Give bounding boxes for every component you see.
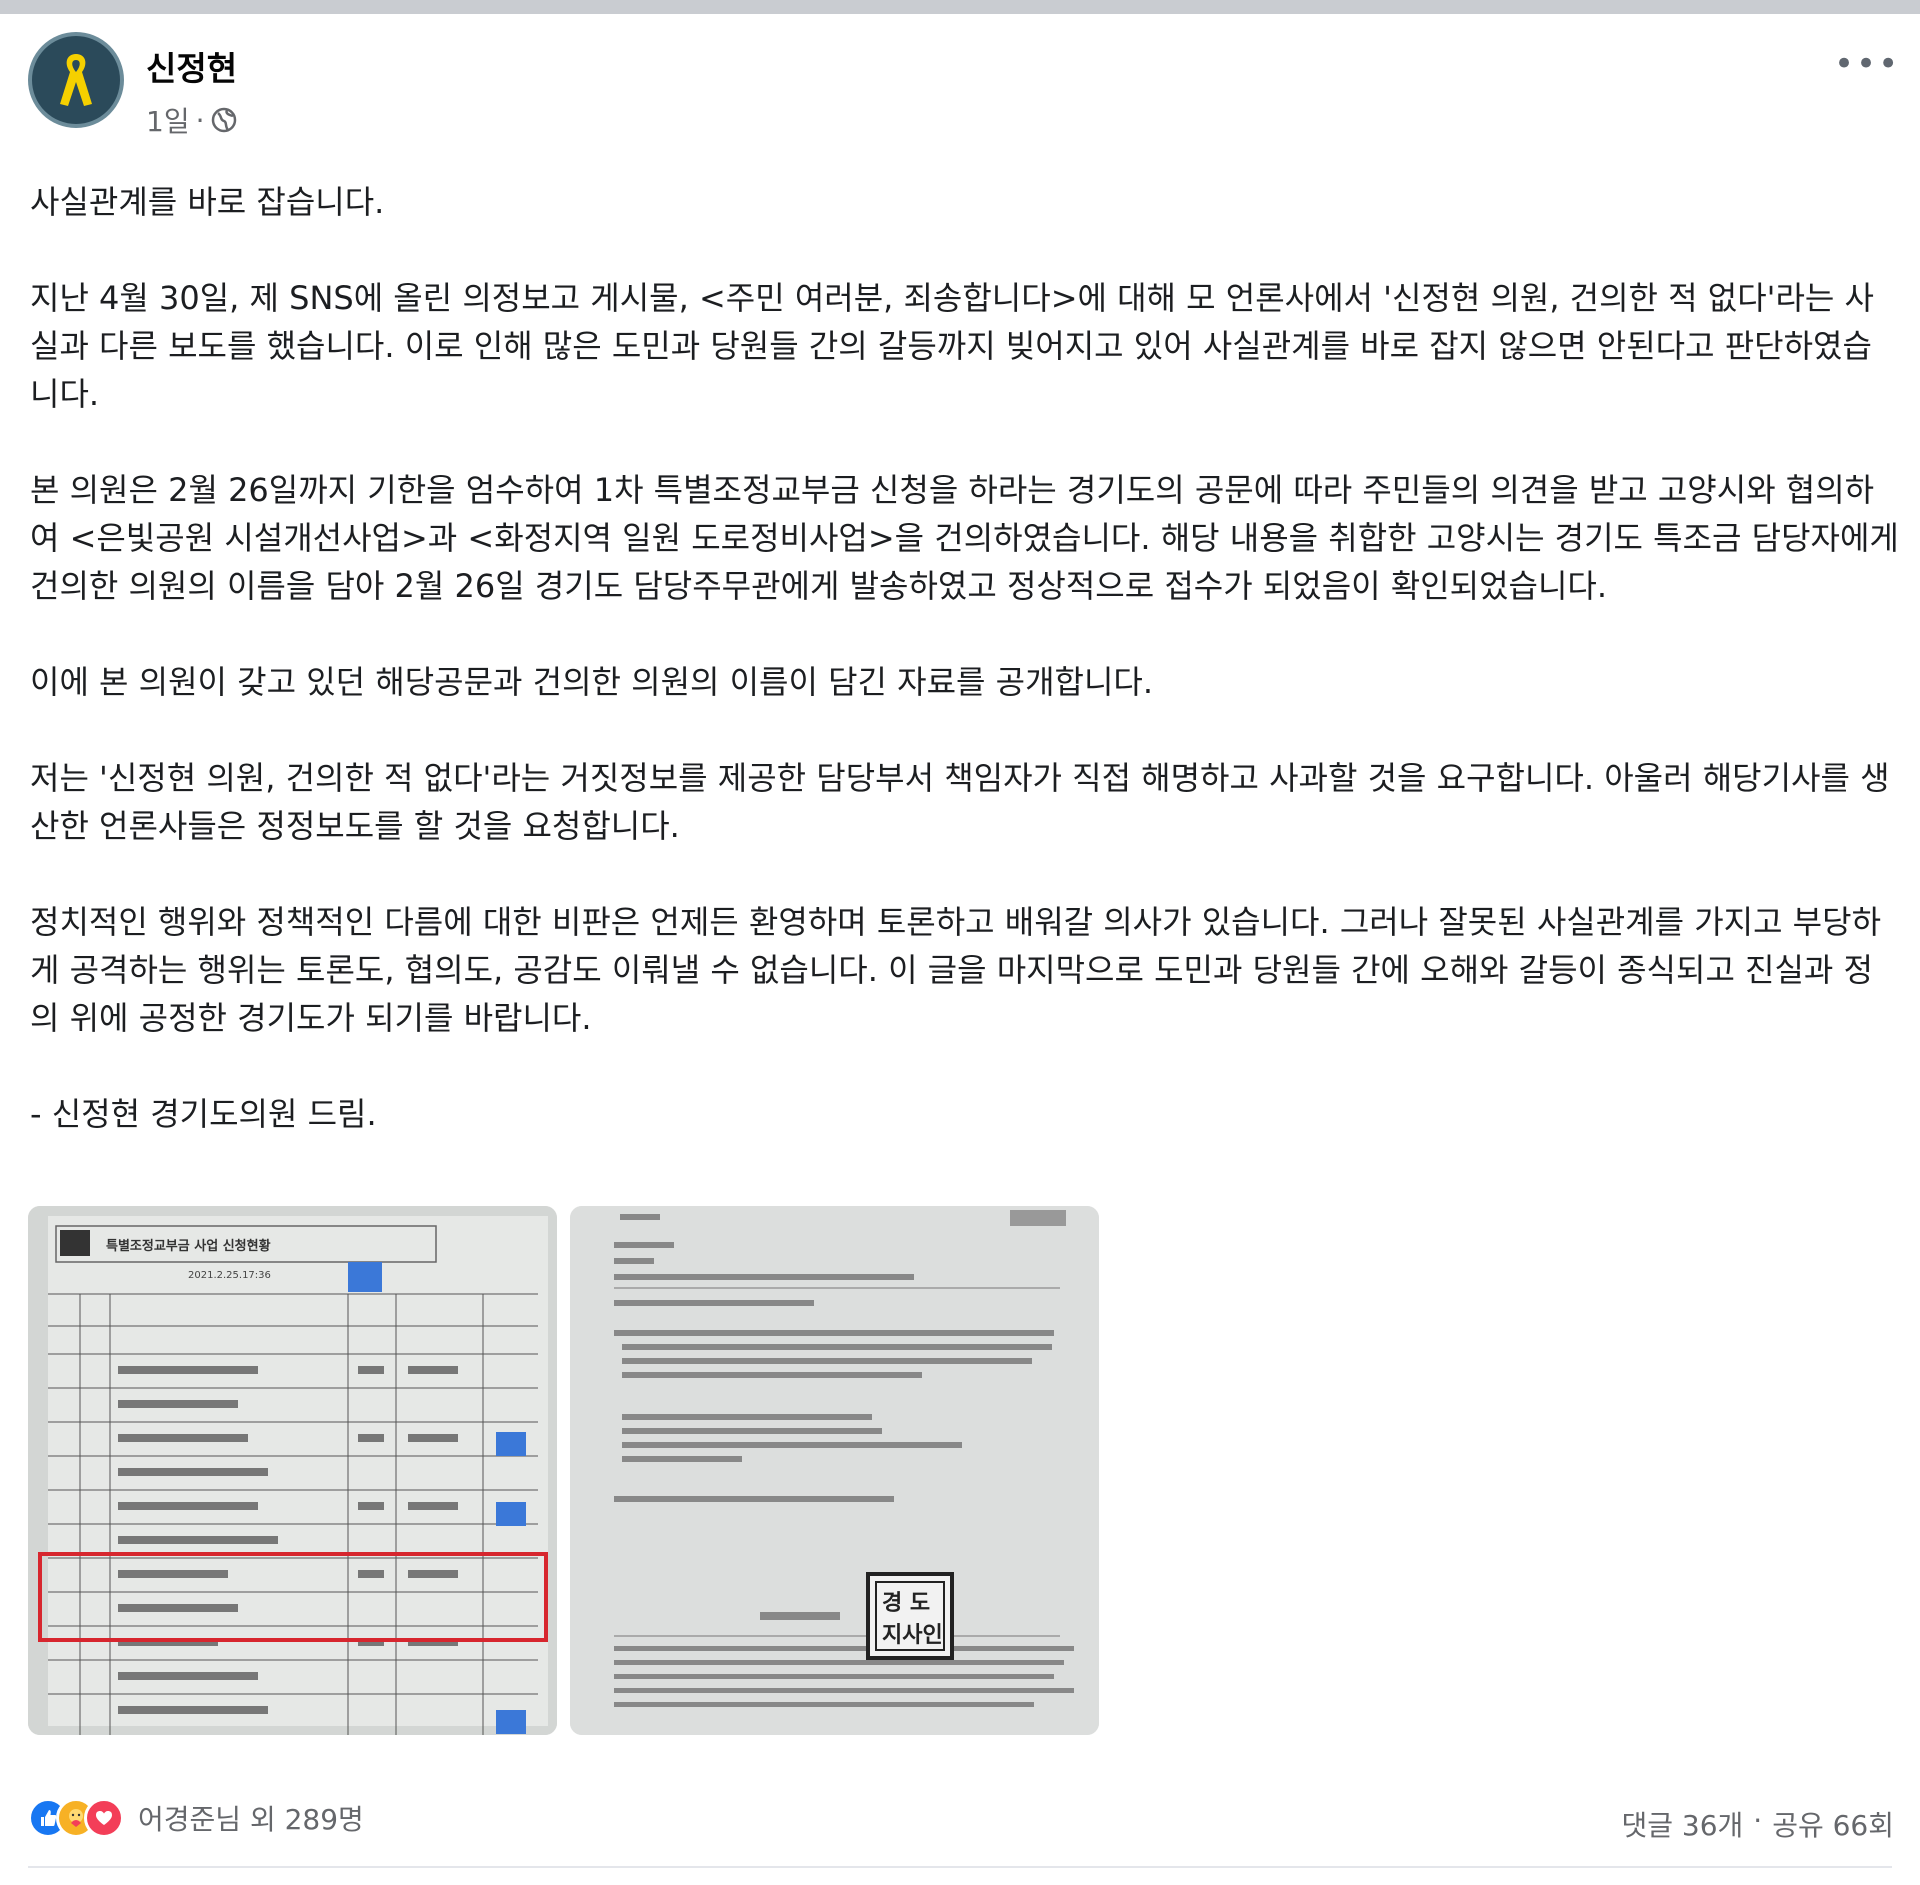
reactions-bar[interactable]: 어경준님 외 289명 — [28, 1798, 364, 1838]
meta-separator: · — [195, 103, 205, 137]
globe-icon[interactable] — [210, 106, 238, 134]
svg-text:경 도: 경 도 — [882, 1591, 930, 1616]
author-avatar[interactable] — [28, 32, 124, 128]
more-options-icon[interactable]: ••• — [1834, 44, 1900, 84]
post-paragraph: 정치적인 행위와 정책적인 다름에 대한 비판은 언제든 환영하며 토론하고 배… — [30, 903, 1882, 1037]
post-time[interactable]: 1일 — [146, 100, 190, 140]
official-letter-image: 경 도 지사인 — [570, 1206, 1099, 1735]
post-paragraph: 사실관계를 바로 잡습니다. — [30, 183, 385, 221]
counts-separator: · — [1753, 1804, 1763, 1837]
photo-official-letter[interactable]: 경 도 지사인 — [570, 1206, 1099, 1735]
official-seal-icon: 경 도 지사인 — [866, 1572, 954, 1660]
post-paragraph: 본 의원은 2월 26일까지 기한을 엄수하여 1차 특별조정교부금 신청을 하… — [30, 471, 1899, 605]
comments-count[interactable]: 댓글 36개 — [1621, 1804, 1743, 1844]
author-name[interactable]: 신정현 — [146, 42, 237, 90]
post-divider — [28, 1866, 1892, 1868]
doc-header-text: 특별조정교부금 사업 신청현황 — [106, 1238, 271, 1254]
post-paragraph: 저는 '신정현 의원, 건의한 적 없다'라는 거짓정보를 제공한 담당부서 책… — [30, 759, 1890, 845]
doc-date-text: 2021.2.25.17:36 — [188, 1270, 271, 1281]
document-table-image: 특별조정교부금 사업 신청현황 2021.2.25.17:36 — [28, 1206, 557, 1735]
post-body: 사실관계를 바로 잡습니다. 지난 4월 30일, 제 SNS에 올린 의정보고… — [30, 178, 1900, 1138]
top-divider — [0, 0, 1920, 14]
reactions-summary[interactable]: 어경준님 외 289명 — [138, 1798, 364, 1838]
post-signature: - 신정현 경기도의원 드림. — [30, 1095, 377, 1133]
post-paragraph: 이에 본 의원이 갖고 있던 해당공문과 건의한 의원의 이름이 담긴 자료를 … — [30, 663, 1154, 701]
yellow-ribbon-icon — [60, 54, 92, 106]
love-icon — [84, 1798, 124, 1838]
photo-document-table[interactable]: 특별조정교부금 사업 신청현황 2021.2.25.17:36 — [28, 1206, 557, 1735]
svg-text:지사인: 지사인 — [882, 1623, 943, 1648]
post-paragraph: 지난 4월 30일, 제 SNS에 올린 의정보고 게시물, <주민 여러분, … — [30, 279, 1874, 413]
shares-count[interactable]: 공유 66회 — [1772, 1804, 1894, 1844]
post-meta: 1일 · — [146, 100, 238, 140]
engagement-counts: 댓글 36개 · 공유 66회 — [1621, 1804, 1894, 1844]
